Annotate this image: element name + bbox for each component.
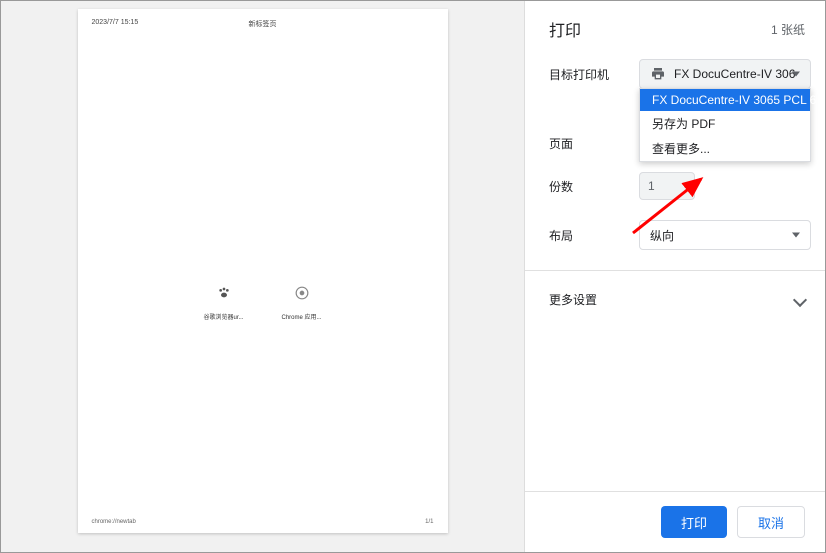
destination-select[interactable]: FX DocuCentre-IV 306 (639, 59, 811, 89)
destination-label: 目标打印机 (549, 66, 639, 83)
layout-select[interactable]: 纵向 (639, 220, 811, 250)
caret-down-icon (792, 72, 800, 77)
preview-page: 2023/7/7 15:15 新标签页 谷歌浏览器ur... Chrome 应用… (78, 9, 448, 533)
print-button[interactable]: 打印 (661, 506, 727, 538)
paw-icon (215, 284, 233, 302)
copies-label: 份数 (549, 178, 639, 195)
print-settings-pane: 打印 1 张纸 目标打印机 FX DocuCentre-IV 306 FX Do… (525, 1, 825, 552)
pages-label: 页面 (549, 135, 639, 152)
preview-page-number: 1/1 (425, 519, 433, 525)
preview-app-label: 谷歌浏览器ur... (199, 312, 249, 321)
dropdown-option-fx[interactable]: FX DocuCentre-IV 3065 PCL 6 (640, 89, 810, 111)
destination-dropdown: FX DocuCentre-IV 3065 PCL 6 另存为 PDF 查看更多… (639, 88, 811, 162)
preview-timestamp: 2023/7/7 15:15 (92, 19, 139, 26)
print-preview-pane: 2023/7/7 15:15 新标签页 谷歌浏览器ur... Chrome 应用… (1, 1, 525, 552)
copies-input[interactable]: 1 (639, 172, 695, 200)
preview-app-item: Chrome 应用... (277, 284, 327, 321)
panel-title: 打印 (549, 17, 581, 41)
preview-tab-title: 新标签页 (249, 19, 277, 29)
more-settings-label: 更多设置 (549, 291, 597, 308)
sheet-count: 1 张纸 (771, 21, 805, 38)
layout-value: 纵向 (650, 227, 674, 244)
caret-down-icon (792, 233, 800, 238)
preview-app-label: Chrome 应用... (277, 312, 327, 321)
preview-footer-url: chrome://newtab (92, 519, 136, 525)
chevron-down-icon (793, 292, 807, 306)
cancel-button[interactable]: 取消 (737, 506, 805, 538)
destination-selected-value: FX DocuCentre-IV 306 (674, 67, 795, 81)
printer-icon (650, 66, 666, 82)
preview-app-item: 谷歌浏览器ur... (199, 284, 249, 321)
copies-value: 1 (648, 179, 655, 193)
more-settings-toggle[interactable]: 更多设置 (549, 271, 811, 328)
chrome-icon (293, 284, 311, 302)
layout-label: 布局 (549, 227, 639, 244)
dropdown-option-pdf[interactable]: 另存为 PDF (640, 111, 810, 136)
dropdown-option-more[interactable]: 查看更多... (640, 136, 810, 161)
